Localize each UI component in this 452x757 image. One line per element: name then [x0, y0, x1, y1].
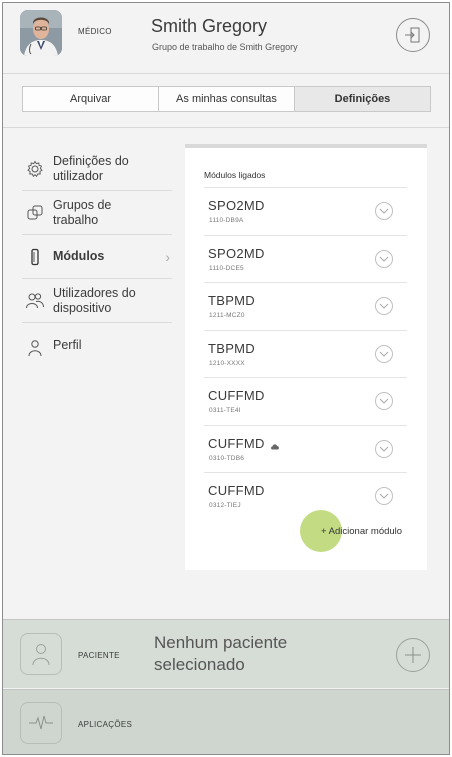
modules-panel: Módulos ligados SPO2MD 1110-DB9A SPO2MD … [185, 144, 427, 570]
chevron-down-icon[interactable] [375, 249, 393, 268]
gear-icon [25, 159, 45, 179]
panel-title: Módulos ligados [204, 170, 266, 180]
list-item[interactable]: SPO2MD 1110-DCE5 [204, 234, 407, 283]
sidebar-item-label: Definições do utilizador [53, 154, 129, 183]
tabs-divider [3, 127, 449, 128]
applications-button[interactable] [20, 702, 62, 744]
list-item[interactable]: CUFFMD 0311-TE4I [204, 377, 407, 425]
module-id: 0311-TE4I [209, 407, 241, 414]
person-icon [32, 644, 50, 666]
module-name: TBPMD [208, 340, 255, 356]
module-id: 1110-DB9A [209, 217, 244, 224]
add-patient-button[interactable] [396, 638, 430, 672]
chevron-down-icon[interactable] [375, 344, 393, 363]
module-name: CUFFMD [208, 435, 265, 451]
module-name: CUFFMD [208, 483, 265, 498]
sidebar-item-device-users[interactable]: Utilizadores do dispositivo [22, 279, 172, 323]
patient-label: PACIENTE [78, 651, 120, 660]
module-name: SPO2MD [208, 245, 265, 261]
sidebar-item-label: Módulos [53, 249, 105, 263]
workgroup-icon [25, 203, 45, 223]
chevron-down-icon[interactable] [375, 202, 393, 220]
applications-bar: APLICAÇÕES [3, 689, 449, 754]
chevron-down-icon[interactable] [375, 392, 393, 410]
user-group: Grupo de trabalho de Smith Gregory [152, 42, 298, 52]
applications-label: APLICAÇÕES [78, 720, 133, 729]
sidebar-item-modules[interactable]: Módulos › [22, 235, 172, 279]
list-item[interactable]: TBPMD 1211-MCZ0 [204, 282, 407, 330]
module-name: SPO2MD [208, 198, 265, 213]
patient-button[interactable] [20, 633, 62, 675]
sidebar-item-label: Utilizadores do dispositivo [53, 285, 136, 315]
module-id: 1211-MCZ0 [209, 312, 245, 319]
sidebar-item-label: Perfil [53, 338, 82, 352]
patient-bar: PACIENTE Nenhum paciente selecionado [3, 619, 449, 688]
header: MÉDICO Smith Gregory Grupo de trabalho d… [3, 3, 449, 67]
add-module-label: + Adicionar módulo [321, 526, 403, 537]
settings-sidebar: Definições do utilizador Grupos de traba… [22, 148, 172, 367]
sidebar-item-user-settings[interactable]: Definições do utilizador [22, 148, 172, 191]
module-id: 0310-TDB6 [209, 454, 245, 462]
tab-bar: Arquivar As minhas consultas Definições [22, 86, 431, 112]
logout-button[interactable] [396, 18, 430, 52]
module-icon [25, 247, 45, 267]
tab-settings[interactable]: Definições [295, 87, 430, 111]
list-item[interactable]: SPO2MD 1110-DB9A [204, 187, 407, 235]
role-label: MÉDICO [78, 27, 112, 36]
sidebar-item-profile[interactable]: Perfil [22, 323, 172, 367]
module-id: 1210-XXXX [209, 359, 245, 367]
cloud-icon [270, 437, 280, 455]
sidebar-item-label: Grupos de trabalho [53, 197, 112, 227]
sidebar-item-workgroups[interactable]: Grupos de trabalho [22, 191, 172, 235]
logout-icon [405, 27, 420, 43]
list-item[interactable]: CUFFMD 0312-TIEJ [204, 472, 407, 520]
module-name: TBPMD [208, 293, 255, 308]
person-icon [25, 338, 45, 358]
plus-icon [405, 647, 421, 663]
doctor-portrait-icon [20, 10, 62, 56]
avatar[interactable] [20, 10, 62, 56]
app-window: MÉDICO Smith Gregory Grupo de trabalho d… [2, 2, 450, 755]
chevron-down-icon[interactable] [375, 297, 393, 315]
chevron-down-icon[interactable] [375, 487, 393, 505]
users-icon [25, 291, 45, 311]
module-id: 1110-DCE5 [209, 264, 244, 272]
list-item[interactable]: CUFFMD 0310-TDB6 [204, 424, 407, 473]
module-name: CUFFMD [208, 388, 265, 403]
tab-my-consultations[interactable]: As minhas consultas [159, 87, 295, 111]
tab-archive[interactable]: Arquivar [23, 87, 159, 111]
module-list: SPO2MD 1110-DB9A SPO2MD 1110-DCE5 TBPMD … [204, 187, 407, 520]
pulse-icon [29, 715, 53, 730]
chevron-down-icon[interactable] [375, 439, 393, 458]
module-id: 0312-TIEJ [209, 502, 241, 509]
list-item[interactable]: TBPMD 1210-XXXX [204, 329, 407, 378]
user-name: Smith Gregory [151, 16, 268, 36]
patient-status: Nenhum paciente selecionado [154, 633, 288, 674]
chevron-right-icon: › [165, 248, 170, 265]
header-divider [3, 73, 449, 74]
